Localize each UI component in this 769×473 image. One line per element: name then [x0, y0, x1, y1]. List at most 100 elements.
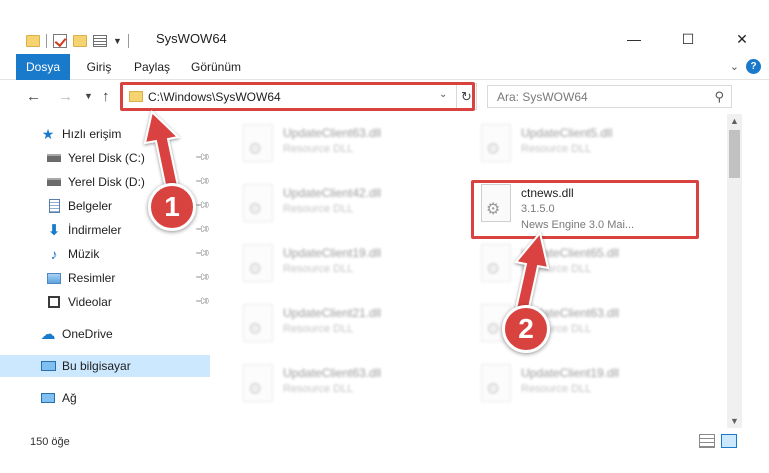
search-placeholder: Ara: SysWOW64: [497, 90, 588, 104]
chevron-down-icon[interactable]: ▼: [113, 36, 122, 46]
gear-icon: ⚙: [248, 261, 263, 278]
file-item[interactable]: ⚙ UpdateClient42.dll Resource DLL: [235, 180, 455, 232]
quick-access-toolbar: ▼: [26, 30, 129, 52]
scroll-down-icon[interactable]: ▼: [730, 416, 739, 426]
sidebar-item-label: Yerel Disk (C:): [68, 151, 145, 165]
scroll-up-icon[interactable]: ▲: [730, 116, 739, 126]
back-arrow-icon[interactable]: ←: [26, 88, 41, 105]
file-type: Resource DLL: [283, 203, 354, 215]
sidebar-item-label: OneDrive: [62, 327, 113, 341]
dll-file-icon: ⚙: [243, 364, 273, 402]
expand-ribbon-icon[interactable]: ⌄: [730, 60, 739, 73]
sidebar-item-onedrive[interactable]: ☁ OneDrive: [0, 323, 210, 345]
file-list: ⚙ UpdateClient63.dll Resource DLL ⚙ Upda…: [215, 114, 727, 428]
large-icons-view-icon[interactable]: [721, 434, 737, 448]
file-item[interactable]: ⚙ UpdateClient21.dll Resource DLL: [235, 300, 455, 352]
file-type: Resource DLL: [283, 263, 354, 275]
dll-file-icon: ⚙: [243, 304, 273, 342]
recent-locations-icon[interactable]: ▼: [84, 91, 93, 101]
gear-icon: ⚙: [486, 261, 501, 278]
file-name: UpdateClient21.dll: [283, 306, 382, 320]
sidebar-item-music[interactable]: ♪ Müzik 📌︎: [0, 243, 211, 265]
file-item[interactable]: ⚙ UpdateClient19.dll Resource DLL: [473, 360, 693, 412]
pin-icon: 📌︎: [193, 221, 211, 238]
tab-dosya[interactable]: Dosya: [16, 54, 70, 80]
sidebar-item-label: Hızlı erişim: [62, 127, 122, 141]
item-count: 150 öğe: [30, 436, 70, 448]
gear-icon: ⚙: [486, 381, 501, 398]
pin-icon: 📌︎: [193, 293, 211, 310]
file-item[interactable]: ⚙ UpdateClient5.dll Resource DLL: [473, 120, 693, 172]
scroll-thumb[interactable]: [729, 130, 740, 178]
file-item[interactable]: ⚙ UpdateClient63.dll Resource DLL: [235, 360, 455, 412]
step-marker-1: 1: [148, 183, 196, 231]
file-item[interactable]: ⚙ UpdateClient65.dll Resource DLL: [473, 240, 693, 292]
search-input[interactable]: Ara: SysWOW64 ⚲: [487, 85, 732, 108]
file-name: UpdateClient19.dll: [283, 246, 382, 260]
pin-icon: 📌︎: [193, 197, 211, 214]
details-view-icon[interactable]: [699, 434, 715, 448]
file-type: Resource DLL: [283, 323, 354, 335]
sidebar-item-videos[interactable]: Videolar 📌︎: [0, 291, 211, 313]
drive-icon: [46, 150, 62, 166]
tab-gorunum[interactable]: Görünüm: [184, 54, 248, 80]
file-type: Resource DLL: [283, 383, 354, 395]
navigation-pane: ★ Hızlı erişim Yerel Disk (C:) 📌︎ Yerel …: [0, 114, 215, 428]
help-icon[interactable]: ?: [746, 59, 761, 74]
file-item[interactable]: ⚙ UpdateClient63.dll Resource DLL: [235, 120, 455, 172]
status-bar: 150 öğe: [0, 428, 769, 473]
sidebar-item-pictures[interactable]: Resimler 📌︎: [0, 267, 211, 289]
pin-icon: 📌︎: [193, 269, 211, 286]
gear-icon: ⚙: [486, 321, 501, 338]
dll-file-icon: ⚙: [481, 244, 511, 282]
sidebar-item-label: Yerel Disk (D:): [68, 175, 145, 189]
sidebar-item-quick-access[interactable]: ★ Hızlı erişim: [0, 123, 210, 145]
file-type: Resource DLL: [521, 383, 592, 395]
network-icon: [40, 390, 56, 406]
view-properties-icon[interactable]: [93, 35, 107, 47]
minimize-button[interactable]: —: [607, 26, 661, 52]
sidebar-item-drive-c[interactable]: Yerel Disk (C:) 📌︎: [0, 147, 211, 169]
forward-arrow-icon[interactable]: →: [58, 88, 73, 105]
vertical-scrollbar[interactable]: ▲ ▼: [727, 114, 742, 428]
file-highlight-box: [471, 180, 699, 239]
tab-giris[interactable]: Giriş: [78, 54, 120, 80]
file-name: UpdateClient63.dll: [283, 126, 382, 140]
sidebar-item-this-pc[interactable]: Bu bilgisayar: [0, 355, 210, 377]
sidebar-item-label: İndirmeler: [68, 223, 122, 237]
sidebar-item-label: Resimler: [68, 271, 116, 285]
sidebar-item-label: Belgeler: [68, 199, 113, 213]
divider: [46, 34, 47, 48]
gear-icon: ⚙: [248, 381, 263, 398]
sidebar-item-network[interactable]: Ağ: [0, 387, 210, 409]
file-type: Resource DLL: [521, 263, 592, 275]
gear-icon: ⚙: [486, 141, 501, 158]
close-button[interactable]: ✕: [715, 26, 769, 52]
address-highlight-box: [120, 82, 475, 111]
maximize-button[interactable]: ☐: [661, 26, 715, 52]
step-marker-2: 2: [502, 305, 550, 353]
properties-check-icon[interactable]: [53, 34, 67, 48]
dll-file-icon: ⚙: [481, 124, 511, 162]
pin-icon: 📌︎: [193, 149, 211, 166]
file-type: Resource DLL: [521, 143, 592, 155]
title-bar: ▼ SysWOW64 — ☐ ✕: [0, 0, 769, 54]
up-arrow-icon[interactable]: ↑: [102, 88, 110, 105]
sidebar-item-label: Bu bilgisayar: [62, 359, 131, 373]
file-name: UpdateClient19.dll: [521, 366, 620, 380]
dll-file-icon: ⚙: [481, 364, 511, 402]
search-icon[interactable]: ⚲: [714, 89, 724, 105]
drive-icon: [46, 174, 62, 190]
file-item[interactable]: ⚙ UpdateClient19.dll Resource DLL: [235, 240, 455, 292]
download-icon: ⬇: [47, 222, 61, 239]
sidebar-item-label: Ağ: [62, 391, 77, 405]
ribbon-tabs: Dosya Giriş Paylaş Görünüm ⌄ ?: [0, 54, 769, 80]
dll-file-icon: ⚙: [243, 244, 273, 282]
pictures-icon: [46, 270, 62, 286]
pin-icon: 📌︎: [193, 173, 211, 190]
tab-paylas[interactable]: Paylaş: [128, 54, 176, 80]
videos-icon: [46, 294, 62, 310]
new-folder-icon[interactable]: [73, 35, 87, 47]
computer-icon: [40, 358, 56, 374]
file-name: UpdateClient42.dll: [283, 186, 382, 200]
